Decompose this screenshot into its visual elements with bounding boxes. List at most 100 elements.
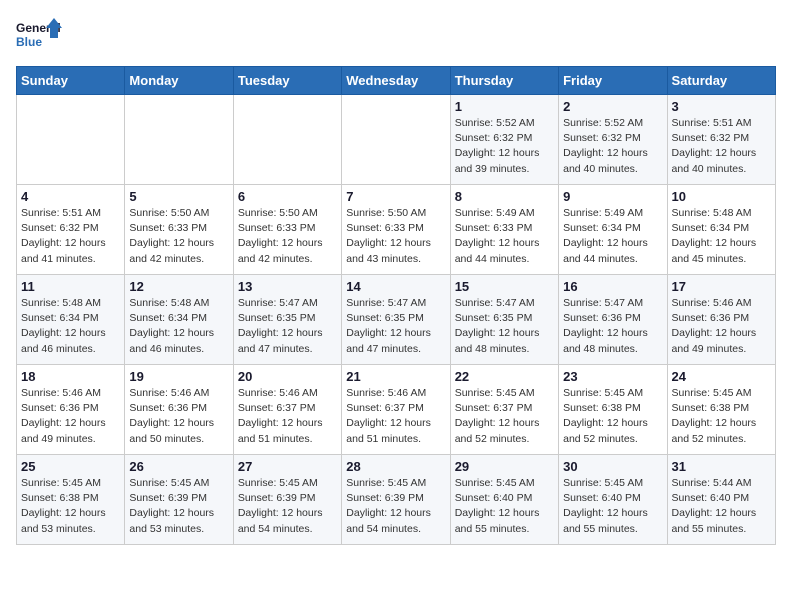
day-info: Sunrise: 5:47 AMSunset: 6:35 PMDaylight:… xyxy=(346,296,445,357)
col-header-monday: Monday xyxy=(125,67,233,95)
col-header-friday: Friday xyxy=(559,67,667,95)
day-info: Sunrise: 5:50 AMSunset: 6:33 PMDaylight:… xyxy=(129,206,228,267)
day-cell: 29 Sunrise: 5:45 AMSunset: 6:40 PMDayligh… xyxy=(450,455,558,545)
day-number: 17 xyxy=(672,279,771,294)
day-number: 6 xyxy=(238,189,337,204)
day-cell: 20 Sunrise: 5:46 AMSunset: 6:37 PMDayligh… xyxy=(233,365,341,455)
day-info: Sunrise: 5:48 AMSunset: 6:34 PMDaylight:… xyxy=(129,296,228,357)
day-cell: 21Sunrise: 5:46 AMSunset: 6:37 PMDayligh… xyxy=(342,365,450,455)
day-info: Sunrise: 5:45 AMSunset: 6:39 PMDaylight:… xyxy=(238,476,337,537)
day-cell: 23 Sunrise: 5:45 AMSunset: 6:38 PMDayligh… xyxy=(559,365,667,455)
day-number: 9 xyxy=(563,189,662,204)
day-cell: 24Sunrise: 5:45 AMSunset: 6:38 PMDayligh… xyxy=(667,365,775,455)
day-cell: 22Sunrise: 5:45 AMSunset: 6:37 PMDayligh… xyxy=(450,365,558,455)
day-cell xyxy=(233,95,341,185)
day-number: 12 xyxy=(129,279,228,294)
col-header-thursday: Thursday xyxy=(450,67,558,95)
day-cell: 2 Sunrise: 5:52 AMSunset: 6:32 PMDaylight… xyxy=(559,95,667,185)
day-info: Sunrise: 5:48 AMSunset: 6:34 PMDaylight:… xyxy=(21,296,120,357)
day-cell: 30 Sunrise: 5:45 AMSunset: 6:40 PMDayligh… xyxy=(559,455,667,545)
day-info: Sunrise: 5:52 AMSunset: 6:32 PMDaylight:… xyxy=(563,116,662,177)
day-info: Sunrise: 5:45 AMSunset: 6:38 PMDaylight:… xyxy=(21,476,120,537)
col-header-sunday: Sunday xyxy=(17,67,125,95)
day-cell: 31 Sunrise: 5:44 AMSunset: 6:40 PMDayligh… xyxy=(667,455,775,545)
day-number: 4 xyxy=(21,189,120,204)
week-row-2: 4 Sunrise: 5:51 AMSunset: 6:32 PMDaylight… xyxy=(17,185,776,275)
logo-svg: General Blue xyxy=(16,16,66,56)
day-info: Sunrise: 5:48 AMSunset: 6:34 PMDaylight:… xyxy=(672,206,771,267)
day-number: 29 xyxy=(455,459,554,474)
day-number: 11 xyxy=(21,279,120,294)
col-header-saturday: Saturday xyxy=(667,67,775,95)
day-info: Sunrise: 5:51 AMSunset: 6:32 PMDaylight:… xyxy=(21,206,120,267)
day-number: 19 xyxy=(129,369,228,384)
day-info: Sunrise: 5:46 AMSunset: 6:36 PMDaylight:… xyxy=(129,386,228,447)
day-cell: 3 Sunrise: 5:51 AMSunset: 6:32 PMDaylight… xyxy=(667,95,775,185)
calendar-header-row: SundayMondayTuesdayWednesdayThursdayFrid… xyxy=(17,67,776,95)
day-number: 30 xyxy=(563,459,662,474)
day-cell: 19 Sunrise: 5:46 AMSunset: 6:36 PMDayligh… xyxy=(125,365,233,455)
week-row-3: 11 Sunrise: 5:48 AMSunset: 6:34 PMDayligh… xyxy=(17,275,776,365)
day-number: 15 xyxy=(455,279,554,294)
logo: General Blue xyxy=(16,16,66,56)
day-number: 27 xyxy=(238,459,337,474)
day-info: Sunrise: 5:45 AMSunset: 6:37 PMDaylight:… xyxy=(455,386,554,447)
day-cell: 5 Sunrise: 5:50 AMSunset: 6:33 PMDaylight… xyxy=(125,185,233,275)
page-header: General Blue xyxy=(16,16,776,56)
day-cell: 12 Sunrise: 5:48 AMSunset: 6:34 PMDayligh… xyxy=(125,275,233,365)
day-cell: 1 Sunrise: 5:52 AMSunset: 6:32 PMDaylight… xyxy=(450,95,558,185)
day-cell: 17 Sunrise: 5:46 AMSunset: 6:36 PMDayligh… xyxy=(667,275,775,365)
day-cell: 15 Sunrise: 5:47 AMSunset: 6:35 PMDayligh… xyxy=(450,275,558,365)
day-number: 1 xyxy=(455,99,554,114)
day-number: 26 xyxy=(129,459,228,474)
day-info: Sunrise: 5:46 AMSunset: 6:36 PMDaylight:… xyxy=(672,296,771,357)
day-number: 13 xyxy=(238,279,337,294)
day-info: Sunrise: 5:45 AMSunset: 6:39 PMDaylight:… xyxy=(129,476,228,537)
day-number: 16 xyxy=(563,279,662,294)
svg-text:Blue: Blue xyxy=(16,35,42,49)
day-info: Sunrise: 5:45 AMSunset: 6:38 PMDaylight:… xyxy=(672,386,771,447)
day-info: Sunrise: 5:45 AMSunset: 6:40 PMDaylight:… xyxy=(455,476,554,537)
day-number: 10 xyxy=(672,189,771,204)
day-info: Sunrise: 5:46 AMSunset: 6:36 PMDaylight:… xyxy=(21,386,120,447)
day-info: Sunrise: 5:47 AMSunset: 6:35 PMDaylight:… xyxy=(455,296,554,357)
day-cell xyxy=(125,95,233,185)
day-number: 28 xyxy=(346,459,445,474)
day-info: Sunrise: 5:44 AMSunset: 6:40 PMDaylight:… xyxy=(672,476,771,537)
day-number: 31 xyxy=(672,459,771,474)
day-cell: 25 Sunrise: 5:45 AMSunset: 6:38 PMDayligh… xyxy=(17,455,125,545)
day-info: Sunrise: 5:46 AMSunset: 6:37 PMDaylight:… xyxy=(238,386,337,447)
day-info: Sunrise: 5:50 AMSunset: 6:33 PMDaylight:… xyxy=(238,206,337,267)
day-cell: 18 Sunrise: 5:46 AMSunset: 6:36 PMDayligh… xyxy=(17,365,125,455)
day-cell: 27 Sunrise: 5:45 AMSunset: 6:39 PMDayligh… xyxy=(233,455,341,545)
day-cell: 16 Sunrise: 5:47 AMSunset: 6:36 PMDayligh… xyxy=(559,275,667,365)
day-number: 23 xyxy=(563,369,662,384)
day-cell: 14Sunrise: 5:47 AMSunset: 6:35 PMDayligh… xyxy=(342,275,450,365)
day-number: 18 xyxy=(21,369,120,384)
calendar-table: SundayMondayTuesdayWednesdayThursdayFrid… xyxy=(16,66,776,545)
week-row-5: 25 Sunrise: 5:45 AMSunset: 6:38 PMDayligh… xyxy=(17,455,776,545)
day-number: 20 xyxy=(238,369,337,384)
day-cell: 10 Sunrise: 5:48 AMSunset: 6:34 PMDayligh… xyxy=(667,185,775,275)
day-number: 5 xyxy=(129,189,228,204)
day-info: Sunrise: 5:47 AMSunset: 6:36 PMDaylight:… xyxy=(563,296,662,357)
day-info: Sunrise: 5:47 AMSunset: 6:35 PMDaylight:… xyxy=(238,296,337,357)
day-number: 25 xyxy=(21,459,120,474)
day-number: 3 xyxy=(672,99,771,114)
day-number: 7 xyxy=(346,189,445,204)
col-header-tuesday: Tuesday xyxy=(233,67,341,95)
day-info: Sunrise: 5:45 AMSunset: 6:38 PMDaylight:… xyxy=(563,386,662,447)
day-cell: 28 Sunrise: 5:45 AMSunset: 6:39 PMDayligh… xyxy=(342,455,450,545)
day-cell: 7Sunrise: 5:50 AMSunset: 6:33 PMDaylight… xyxy=(342,185,450,275)
col-header-wednesday: Wednesday xyxy=(342,67,450,95)
day-info: Sunrise: 5:52 AMSunset: 6:32 PMDaylight:… xyxy=(455,116,554,177)
day-info: Sunrise: 5:49 AMSunset: 6:33 PMDaylight:… xyxy=(455,206,554,267)
day-number: 2 xyxy=(563,99,662,114)
day-info: Sunrise: 5:45 AMSunset: 6:40 PMDaylight:… xyxy=(563,476,662,537)
day-number: 8 xyxy=(455,189,554,204)
day-info: Sunrise: 5:45 AMSunset: 6:39 PMDaylight:… xyxy=(346,476,445,537)
day-cell xyxy=(342,95,450,185)
day-cell: 26 Sunrise: 5:45 AMSunset: 6:39 PMDayligh… xyxy=(125,455,233,545)
day-cell: 4 Sunrise: 5:51 AMSunset: 6:32 PMDaylight… xyxy=(17,185,125,275)
day-info: Sunrise: 5:51 AMSunset: 6:32 PMDaylight:… xyxy=(672,116,771,177)
